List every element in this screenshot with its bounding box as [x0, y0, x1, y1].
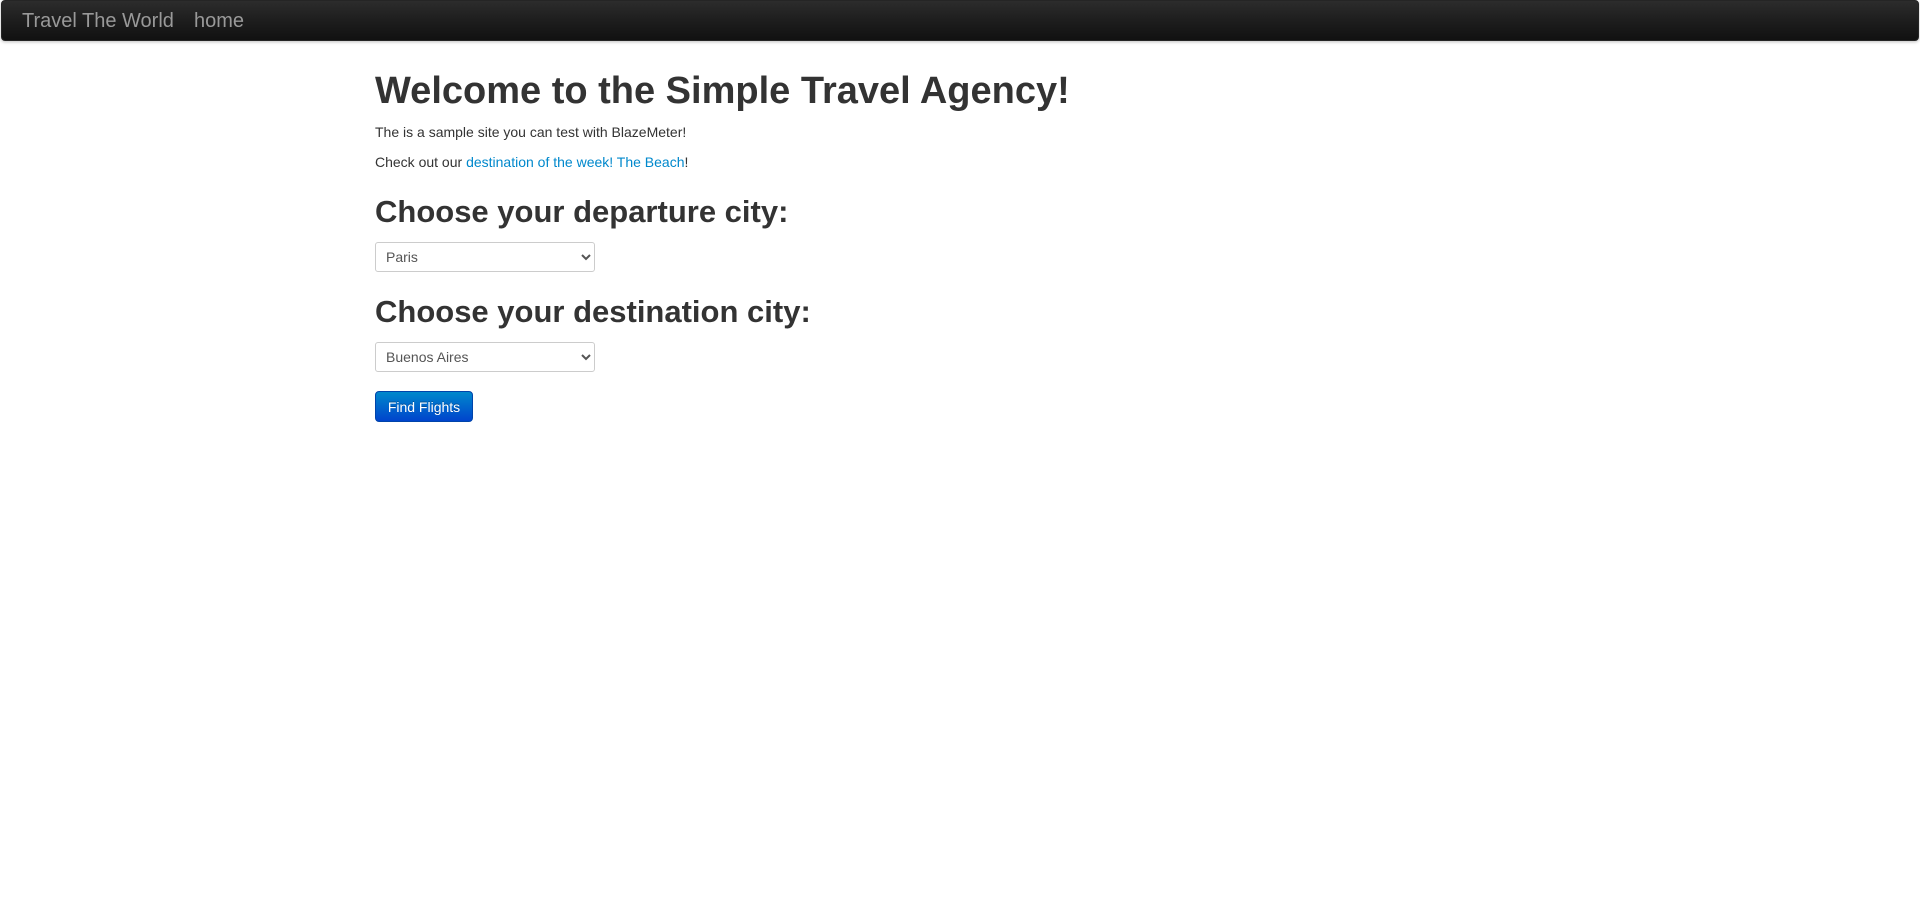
destination-city-select[interactable]: Buenos Aires [375, 342, 595, 372]
promo-suffix: ! [684, 154, 689, 170]
find-flights-button[interactable]: Find Flights [375, 391, 473, 422]
home-link[interactable]: home [194, 10, 244, 32]
page-title: Welcome to the Simple Travel Agency! [375, 70, 1070, 112]
promo-text: Check out our destination of the week! T… [375, 152, 688, 172]
promo-prefix: Check out our [375, 154, 467, 170]
intro-text: The is a sample site you can test with B… [375, 124, 687, 140]
destination-of-week-link[interactable]: destination of the week! The Beach [466, 154, 684, 170]
departure-city-select[interactable]: Paris [375, 242, 595, 272]
top-navbar: Travel The World home [1, 0, 1919, 41]
destination-heading: Choose your destination city: [375, 294, 811, 329]
departure-heading: Choose your departure city: [375, 194, 789, 229]
brand-link[interactable]: Travel The World [22, 10, 174, 32]
